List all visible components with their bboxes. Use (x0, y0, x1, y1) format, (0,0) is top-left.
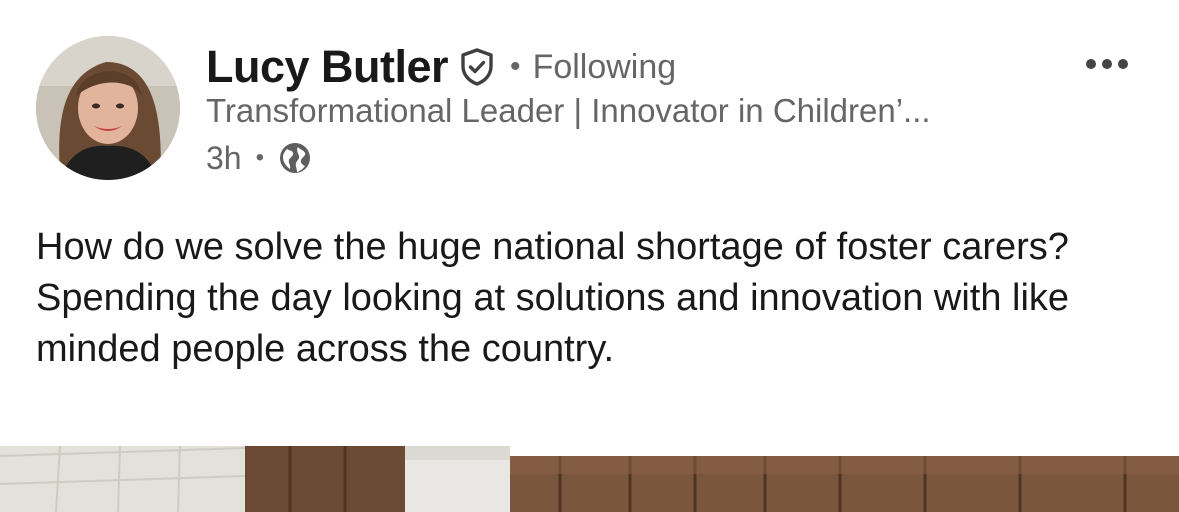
author-name[interactable]: Lucy Butler (206, 41, 449, 93)
more-options-button[interactable] (1082, 44, 1132, 84)
post-body-line: Spending the day looking at solutions an… (36, 277, 1070, 370)
globe-icon (278, 141, 312, 175)
author-headline: Transformational Leader | Innovator in C… (206, 92, 931, 129)
separator-dot: • (255, 144, 264, 171)
post-body: How do we solve the huge national shorta… (36, 222, 1136, 375)
author-avatar[interactable] (36, 36, 180, 180)
post-timestamp: 3h (206, 139, 242, 176)
verified-shield-icon (460, 48, 494, 86)
feed-post: Lucy Butler • Following Transformational… (0, 0, 1179, 512)
more-horizontal-icon (1086, 59, 1128, 69)
post-meta: 3h • (206, 138, 312, 178)
follow-status[interactable]: Following (533, 48, 677, 87)
separator-dot: • (510, 50, 521, 83)
post-image[interactable] (0, 446, 1179, 512)
post-body-line: How do we solve the huge national shorta… (36, 226, 1069, 268)
author-row: Lucy Butler • Following (206, 38, 676, 96)
